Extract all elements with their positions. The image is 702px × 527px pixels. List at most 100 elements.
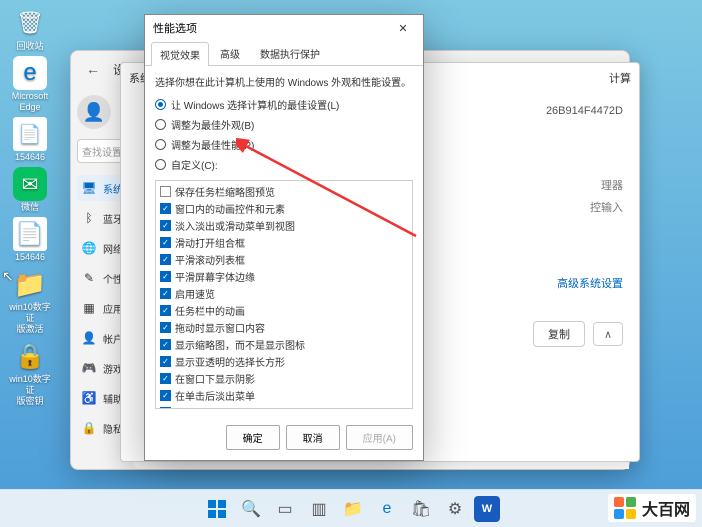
checkbox-icon bbox=[160, 339, 171, 350]
perf-description: 选择你想在此计算机上使用的 Windows 外观和性能设置。 bbox=[155, 74, 413, 89]
perf-check-1[interactable]: 窗口内的动画控件和元素 bbox=[158, 200, 410, 217]
settings-taskbar-icon[interactable]: ⚙ bbox=[440, 494, 470, 524]
perf-radio-3[interactable]: 自定义(C): bbox=[155, 157, 413, 172]
copy-button[interactable]: 复制 bbox=[533, 321, 585, 347]
check-label: 显示缩略图，而不是显示图标 bbox=[175, 337, 305, 352]
file-label-2: 154646 bbox=[15, 252, 45, 263]
folder-label-1: win10数字证 版激活 bbox=[6, 302, 54, 335]
cancel-button[interactable]: 取消 bbox=[286, 425, 340, 450]
perf-tab-2[interactable]: 数据执行保护 bbox=[251, 41, 329, 65]
checkbox-icon bbox=[160, 203, 171, 214]
perf-check-11[interactable]: 在窗口下显示阴影 bbox=[158, 370, 410, 387]
recycle-bin-icon[interactable]: 🗑回收站 bbox=[6, 6, 54, 52]
performance-options-dialog: 性能选项 ✕ 视觉效果高级数据执行保护 选择你想在此计算机上使用的 Window… bbox=[144, 14, 424, 461]
nav-icon: 🖥 bbox=[81, 180, 97, 196]
checkbox-icon bbox=[160, 407, 171, 409]
check-label: 窗口内的动画控件和元素 bbox=[175, 201, 285, 216]
user-avatar[interactable]: 👤 bbox=[77, 95, 111, 129]
perf-check-2[interactable]: 淡入淡出或滑动菜单到视图 bbox=[158, 217, 410, 234]
perf-check-3[interactable]: 滑动打开组合框 bbox=[158, 234, 410, 251]
store-icon[interactable]: 🛍 bbox=[406, 494, 436, 524]
mouse-cursor-icon: ↖ bbox=[2, 268, 14, 285]
file-label-1: 154646 bbox=[15, 152, 45, 163]
check-label: 平滑屏幕字体边缘 bbox=[175, 269, 255, 284]
checkbox-icon bbox=[160, 356, 171, 367]
perf-check-8[interactable]: 拖动时显示窗口内容 bbox=[158, 319, 410, 336]
perf-check-6[interactable]: 启用速览 bbox=[158, 285, 410, 302]
watermark-logo-icon bbox=[614, 497, 636, 519]
checkbox-icon bbox=[160, 288, 171, 299]
checkbox-icon bbox=[160, 220, 171, 231]
file-icon-1[interactable]: 📄154646 bbox=[6, 117, 54, 163]
check-label: 任务栏中的动画 bbox=[175, 303, 245, 318]
nav-icon: ᛒ bbox=[81, 210, 97, 226]
nav-icon: ▦ bbox=[81, 300, 97, 316]
edge-label: Microsoft Edge bbox=[12, 91, 49, 113]
check-label: 保存任务栏缩略图预览 bbox=[175, 184, 275, 199]
perf-tab-1[interactable]: 高级 bbox=[211, 41, 249, 65]
radio-icon bbox=[155, 139, 166, 150]
radio-label: 调整为最佳性能(P) bbox=[171, 137, 254, 152]
perf-radio-1[interactable]: 调整为最佳外观(B) bbox=[155, 117, 413, 132]
checkbox-icon bbox=[160, 271, 171, 282]
radio-label: 让 Windows 选择计算机的最佳设置(L) bbox=[171, 97, 339, 112]
perf-radio-0[interactable]: 让 Windows 选择计算机的最佳设置(L) bbox=[155, 97, 413, 112]
back-button[interactable]: ← bbox=[81, 57, 105, 81]
perf-check-7[interactable]: 任务栏中的动画 bbox=[158, 302, 410, 319]
check-label: 显示亚透明的选择长方形 bbox=[175, 354, 285, 369]
wechat-icon[interactable]: ✉微信 bbox=[6, 167, 54, 213]
nav-icon: 👤 bbox=[81, 330, 97, 346]
check-label: 在窗口下显示阴影 bbox=[175, 371, 255, 386]
start-button[interactable] bbox=[202, 494, 232, 524]
perf-check-10[interactable]: 显示亚透明的选择长方形 bbox=[158, 353, 410, 370]
perf-radio-group: 让 Windows 选择计算机的最佳设置(L) 调整为最佳外观(B) 调整为最佳性能… bbox=[155, 97, 413, 172]
search-icon[interactable]: 🔍 bbox=[236, 494, 266, 524]
perf-tabs: 视觉效果高级数据执行保护 bbox=[145, 41, 423, 66]
perf-check-9[interactable]: 显示缩略图，而不是显示图标 bbox=[158, 336, 410, 353]
checkbox-icon bbox=[160, 373, 171, 384]
edge-browser-icon[interactable]: eMicrosoft Edge bbox=[6, 56, 54, 113]
task-view-icon[interactable]: ▭ bbox=[270, 494, 300, 524]
apply-button[interactable]: 应用(A) bbox=[346, 425, 413, 450]
perf-check-4[interactable]: 平滑滚动列表框 bbox=[158, 251, 410, 268]
file-icon-2[interactable]: 📄154646 bbox=[6, 217, 54, 263]
expand-chevron-button[interactable]: ∧ bbox=[593, 322, 623, 346]
recycle-bin-label: 回收站 bbox=[16, 41, 43, 52]
widgets-icon[interactable]: ▥ bbox=[304, 494, 334, 524]
radio-label: 调整为最佳外观(B) bbox=[171, 117, 254, 132]
edge-taskbar-icon[interactable]: e bbox=[372, 494, 402, 524]
perf-check-5[interactable]: 平滑屏幕字体边缘 bbox=[158, 268, 410, 285]
checkbox-icon bbox=[160, 254, 171, 265]
nav-icon: 🔒 bbox=[81, 420, 97, 436]
perf-button-row: 确定 取消 应用(A) bbox=[145, 417, 423, 460]
taskbar: 🔍 ▭ ▥ 📁 e 🛍 ⚙ W bbox=[0, 489, 702, 527]
check-label: 淡入淡出或滑动菜单到视图 bbox=[175, 218, 295, 233]
watermark-text: 大百网 bbox=[642, 496, 690, 520]
ok-button[interactable]: 确定 bbox=[226, 425, 280, 450]
explorer-icon[interactable]: 📁 bbox=[338, 494, 368, 524]
checkbox-icon bbox=[160, 186, 171, 197]
desktop-icons: 🗑回收站 eMicrosoft Edge 📄154646 ✉微信 📄154646… bbox=[0, 0, 60, 527]
lock-folder-icon[interactable]: 🔒win10数字证 版密钥 bbox=[6, 339, 54, 407]
perf-titlebar: 性能选项 ✕ bbox=[145, 15, 423, 41]
perf-check-0[interactable]: 保存任务栏缩略图预览 bbox=[158, 183, 410, 200]
perf-tab-0[interactable]: 视觉效果 bbox=[151, 42, 209, 66]
advanced-system-settings-link[interactable]: 高级系统设置 bbox=[557, 278, 623, 290]
perf-radio-2[interactable]: 调整为最佳性能(P) bbox=[155, 137, 413, 152]
perf-content: 选择你想在此计算机上使用的 Windows 外观和性能设置。 让 Windows… bbox=[145, 66, 423, 417]
check-label: 平滑滚动列表框 bbox=[175, 252, 245, 267]
watermark: 大百网 bbox=[608, 494, 696, 522]
word-taskbar-icon[interactable]: W bbox=[474, 496, 500, 522]
perf-check-12[interactable]: 在单击后淡出菜单 bbox=[158, 387, 410, 404]
perf-close-button[interactable]: ✕ bbox=[391, 19, 415, 37]
check-label: 在单击后淡出菜单 bbox=[175, 388, 255, 403]
radio-label: 自定义(C): bbox=[171, 157, 218, 172]
checkbox-icon bbox=[160, 305, 171, 316]
check-label: 在视图中淡入淡出或滑动工具提示 bbox=[175, 405, 325, 409]
perf-checklist[interactable]: 保存任务栏缩略图预览窗口内的动画控件和元素淡入淡出或滑动菜单到视图滑动打开组合框… bbox=[155, 180, 413, 409]
nav-icon: ✎ bbox=[81, 270, 97, 286]
perf-title: 性能选项 bbox=[153, 20, 197, 36]
perf-check-13[interactable]: 在视图中淡入淡出或滑动工具提示 bbox=[158, 404, 410, 409]
system-title-2: 计算 bbox=[609, 70, 631, 86]
checkbox-icon bbox=[160, 322, 171, 333]
